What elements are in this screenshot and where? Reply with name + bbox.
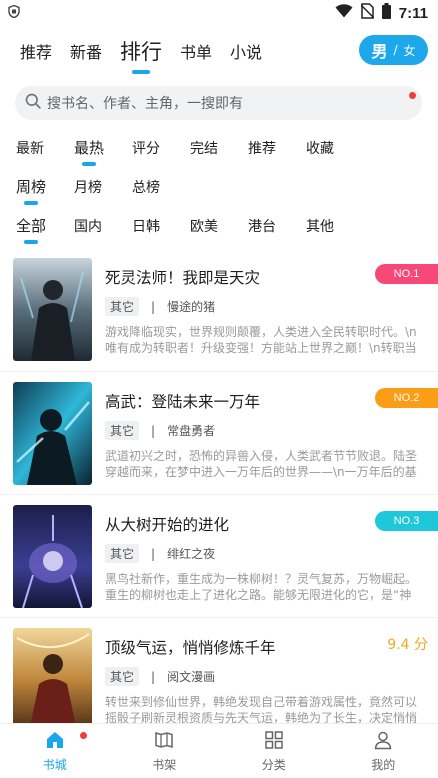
book-description: 游戏降临现实，世界规则颠覆，人类进入全民转职时代。\n唯有成为转职者！升级变强！… [105,325,417,355]
book-author: 绯红之夜 [167,547,216,561]
gender-separator: / [393,43,398,57]
search-icon [25,93,41,113]
book-description: 转世来到修仙世界，韩绝发现自己带着游戏属性，竟然可以摇骰子刷新灵根资质与先天气运… [105,695,418,725]
book-tag: 其它 [105,421,140,440]
book-cover[interactable] [13,628,92,731]
search-placeholder: 搜书名、作者、主角，一搜即有 [47,96,243,112]
rank-badge: NO.1 [375,264,438,284]
battery-icon [381,3,391,23]
book-cover[interactable] [13,258,92,361]
list-item[interactable]: 高武：登陆未来一万年 其它 | 常盘勇者 武道初兴之时，恐怖的异兽入侵，人类武者… [0,371,438,494]
bottom-nav-bookshelf[interactable]: 书架 [110,724,220,778]
book-meta: 其它 | 阅文漫画 [105,667,431,686]
tab-booklist[interactable]: 书单 [180,39,212,63]
filter-region-hktw[interactable]: 港台 [248,216,306,236]
book-cover[interactable] [13,382,92,485]
filter-row-region: 全部 国内 日韩 欧美 港台 其他 [0,206,438,245]
filter-region-all[interactable]: 全部 [16,215,74,244]
rank-badge: NO.3 [375,511,438,531]
divider: | [151,423,156,438]
list-item[interactable]: 从大树开始的进化 其它 | 绯红之夜 黑鸟社新作，重生成为一株柳树！？灵气复苏，… [0,494,438,617]
book-meta: 其它 | 慢途的猪 [105,297,431,316]
tab-ranking[interactable]: 排行 [120,36,162,66]
tab-novel[interactable]: 小说 [230,39,262,63]
book-description: 黑鸟社新作，重生成为一株柳树！？灵气复苏，万物崛起。重生的柳树也走上了进化之路。… [105,572,418,602]
bottom-nav-label: 书架 [152,757,177,772]
bottom-nav-bookstore[interactable]: 书城 [0,724,110,778]
filter-region-domestic[interactable]: 国内 [74,216,132,236]
book-tag: 其它 [105,544,140,563]
filter-period-weekly[interactable]: 周榜 [16,176,74,205]
book-meta: 其它 | 绯红之夜 [105,544,431,563]
filter-region-western[interactable]: 欧美 [190,216,248,236]
filter-period-total[interactable]: 总榜 [132,177,190,197]
divider: | [151,299,156,314]
book-tag: 其它 [105,667,140,686]
person-icon [373,730,393,756]
no-sim-icon [360,3,375,23]
tab-recommend[interactable]: 推荐 [20,39,52,63]
book-author: 阅文漫画 [167,670,216,684]
filter-period-monthly[interactable]: 月榜 [74,177,132,197]
filter-sort-rating[interactable]: 评分 [132,138,190,158]
wifi-icon [335,4,353,22]
book-description: 武道初兴之时，恐怖的异兽入侵，人类武者节节败退。陆圣穿越而来，在梦中进入一万年后… [105,449,418,479]
book-author: 常盘勇者 [167,424,216,438]
bookshelf-icon [154,730,174,756]
tab-new[interactable]: 新番 [70,39,102,63]
filter-row-sort: 最新 最热 评分 完结 推荐 收藏 [0,128,438,167]
filter-sort-favorites[interactable]: 收藏 [306,138,364,158]
book-author: 慢途的猪 [167,300,216,314]
filter-sort-recommended[interactable]: 推荐 [248,138,306,158]
list-item[interactable]: 死灵法师！我即是天灾 其它 | 慢途的猪 游戏降临现实，世界规则颠覆，人类进入全… [0,248,438,371]
filter-region-other[interactable]: 其他 [306,216,364,236]
divider: | [151,669,156,684]
divider: | [151,546,156,561]
bottom-nav-category[interactable]: 分类 [219,724,329,778]
category-grid-icon [264,730,284,756]
gender-toggle[interactable]: 男 / 女 [359,35,428,65]
top-nav: 推荐 新番 排行 书单 小说 男 / 女 [0,26,438,76]
status-bar: 7:11 [0,0,438,26]
book-cover[interactable] [13,505,92,608]
bottom-nav-label: 书城 [42,757,67,772]
filter-sort-latest[interactable]: 最新 [16,138,74,158]
search-input[interactable]: 搜书名、作者、主角，一搜即有 [15,86,422,120]
bottom-nav: 书城 书架 分类 我的 [0,723,438,778]
bottom-nav-label: 我的 [371,757,396,772]
gender-male-label: 男 [371,42,388,61]
bottom-nav-label: 分类 [261,757,286,772]
list-item[interactable]: 顶级气运，悄悄修炼千年 其它 | 阅文漫画 转世来到修仙世界，韩绝发现自己带着游… [0,617,438,740]
notification-dot [409,92,416,99]
filter-panel: 最新 最热 评分 完结 推荐 收藏 周榜 月榜 总榜 全部 国内 日韩 欧美 港… [0,128,438,245]
filter-sort-completed[interactable]: 完结 [190,138,248,158]
ranking-list: 死灵法师！我即是天灾 其它 | 慢途的猪 游戏降临现实，世界规则颠覆，人类进入全… [0,248,438,740]
book-title[interactable]: 顶级气运，悄悄修炼千年 [105,636,431,658]
bottom-nav-profile[interactable]: 我的 [329,724,438,778]
home-icon [45,730,65,756]
book-tag: 其它 [105,297,140,316]
filter-region-jpkr[interactable]: 日韩 [132,216,190,236]
notification-dot [80,732,87,739]
rank-badge: NO.2 [375,388,438,408]
status-time: 7:11 [398,4,428,22]
shield-icon [8,4,20,22]
filter-sort-hottest[interactable]: 最热 [74,137,132,166]
filter-row-period: 周榜 月榜 总榜 [0,167,438,206]
book-meta: 其它 | 常盘勇者 [105,421,431,440]
book-score: 9.4 分 [387,637,428,653]
gender-female-label: 女 [403,43,416,58]
